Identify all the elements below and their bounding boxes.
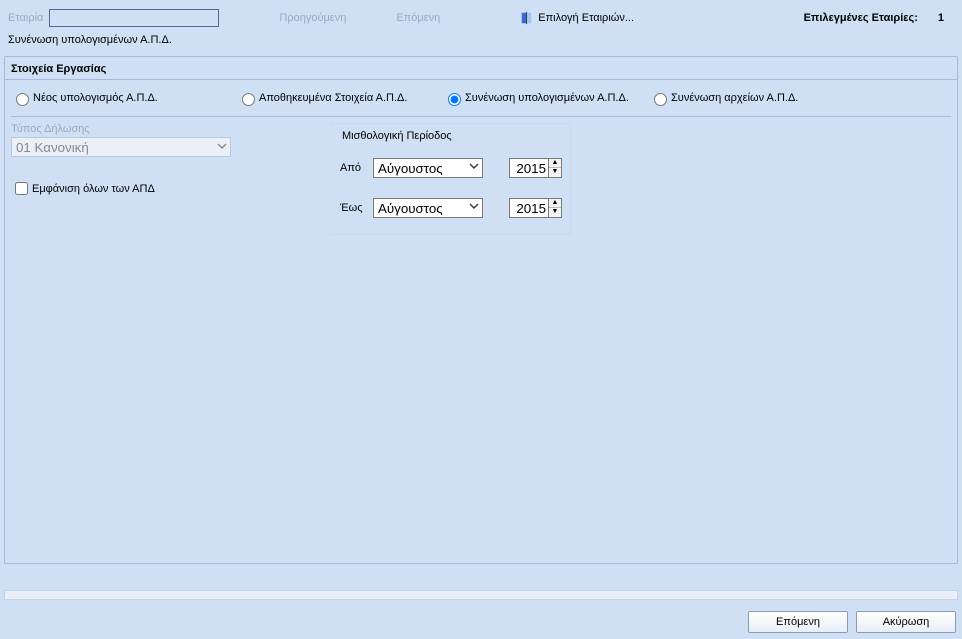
radio-merge-files-input[interactable] bbox=[654, 93, 667, 106]
radio-merge-calculated[interactable]: Συνένωση υπολογισμένων Α.Π.Δ. bbox=[443, 90, 643, 106]
selected-companies-count: 1 bbox=[938, 12, 944, 24]
period-to-year-wrap: ▲ ▼ bbox=[509, 198, 562, 218]
period-from-row: Από ▲ ▼ bbox=[340, 158, 562, 178]
spin-up-button[interactable]: ▲ bbox=[549, 159, 561, 168]
select-companies-label: Επιλογή Εταιριών... bbox=[538, 12, 634, 24]
declaration-type-label: Τύπος Δήλωσης bbox=[11, 123, 271, 135]
period-from-month-wrap bbox=[373, 158, 483, 178]
radio-merge-files[interactable]: Συνένωση αρχείων Α.Π.Δ. bbox=[649, 90, 849, 106]
spin-down-button[interactable]: ▼ bbox=[549, 208, 561, 217]
body-area: Τύπος Δήλωσης Εμφάνιση όλων των ΑΠΔ Μισθ… bbox=[5, 117, 957, 235]
next-button[interactable]: Επόμενη bbox=[748, 611, 848, 633]
period-to-row: Έως ▲ ▼ bbox=[340, 198, 562, 218]
page-subtitle: Συνένωση υπολογισμένων Α.Π.Δ. bbox=[0, 30, 962, 56]
radio-saved-data-label: Αποθηκευμένα Στοιχεία Α.Π.Δ. bbox=[259, 92, 407, 104]
company-label: Εταιρία bbox=[8, 12, 43, 24]
radio-new-calc-label: Νέος υπολογισμός Α.Π.Δ. bbox=[33, 92, 158, 104]
selected-companies-label: Επιλεγμένες Εταιρίες: bbox=[804, 12, 918, 24]
declaration-type-select bbox=[11, 137, 231, 157]
period-to-year-spinner: ▲ ▼ bbox=[549, 198, 562, 218]
prev-link: Προηγούμενη bbox=[279, 12, 346, 24]
companies-icon bbox=[520, 11, 534, 25]
radio-merge-calculated-input[interactable] bbox=[448, 93, 461, 106]
period-from-year-wrap: ▲ ▼ bbox=[509, 158, 562, 178]
topbar: Εταιρία Προηγούμενη Επόμενη Επιλογή Εται… bbox=[0, 0, 962, 30]
show-all-apd-row: Εμφάνιση όλων των ΑΠΔ bbox=[11, 179, 271, 198]
radio-merge-files-label: Συνένωση αρχείων Α.Π.Δ. bbox=[671, 92, 798, 104]
radio-new-calc[interactable]: Νέος υπολογισμός Α.Π.Δ. bbox=[11, 90, 231, 106]
cancel-button-label: Ακύρωση bbox=[883, 616, 930, 628]
work-panel: Στοιχεία Εργασίας Νέος υπολογισμός Α.Π.Δ… bbox=[4, 56, 958, 564]
left-column: Τύπος Δήλωσης Εμφάνιση όλων των ΑΠΔ bbox=[11, 123, 271, 235]
payroll-period-title: Μισθολογική Περίοδος bbox=[340, 124, 562, 152]
panel-title: Στοιχεία Εργασίας bbox=[5, 57, 957, 79]
mode-radio-group: Νέος υπολογισμός Α.Π.Δ. Αποθηκευμένα Στο… bbox=[5, 80, 957, 116]
company-input[interactable] bbox=[49, 9, 219, 27]
period-from-month-select[interactable] bbox=[373, 158, 483, 178]
radio-saved-data-input[interactable] bbox=[242, 93, 255, 106]
show-all-apd-label: Εμφάνιση όλων των ΑΠΔ bbox=[32, 183, 155, 195]
period-from-label: Από bbox=[340, 162, 373, 174]
period-from-year-input[interactable] bbox=[509, 158, 549, 178]
period-to-month-select[interactable] bbox=[373, 198, 483, 218]
spin-down-button[interactable]: ▼ bbox=[549, 168, 561, 177]
next-button-label: Επόμενη bbox=[776, 616, 820, 628]
declaration-type-select-wrap bbox=[11, 137, 231, 157]
radio-new-calc-input[interactable] bbox=[16, 93, 29, 106]
cancel-button[interactable]: Ακύρωση bbox=[856, 611, 956, 633]
radio-saved-data[interactable]: Αποθηκευμένα Στοιχεία Α.Π.Δ. bbox=[237, 90, 437, 106]
next-link: Επόμενη bbox=[396, 12, 440, 24]
period-to-label: Έως bbox=[340, 202, 373, 214]
app-root: { "topbar": { "company_label": "Εταιρία"… bbox=[0, 0, 962, 639]
payroll-period-box: Μισθολογική Περίοδος Από ▲ ▼ bbox=[331, 123, 571, 235]
radio-merge-calculated-label: Συνένωση υπολογισμένων Α.Π.Δ. bbox=[465, 92, 629, 104]
status-bar bbox=[4, 590, 958, 600]
button-row: Επόμενη Ακύρωση bbox=[748, 611, 956, 633]
select-companies-button[interactable]: Επιλογή Εταιριών... bbox=[520, 11, 634, 25]
period-to-year-input[interactable] bbox=[509, 198, 549, 218]
spin-up-button[interactable]: ▲ bbox=[549, 199, 561, 208]
period-from-year-spinner: ▲ ▼ bbox=[549, 158, 562, 178]
period-to-month-wrap bbox=[373, 198, 483, 218]
show-all-apd-checkbox[interactable] bbox=[15, 182, 28, 195]
